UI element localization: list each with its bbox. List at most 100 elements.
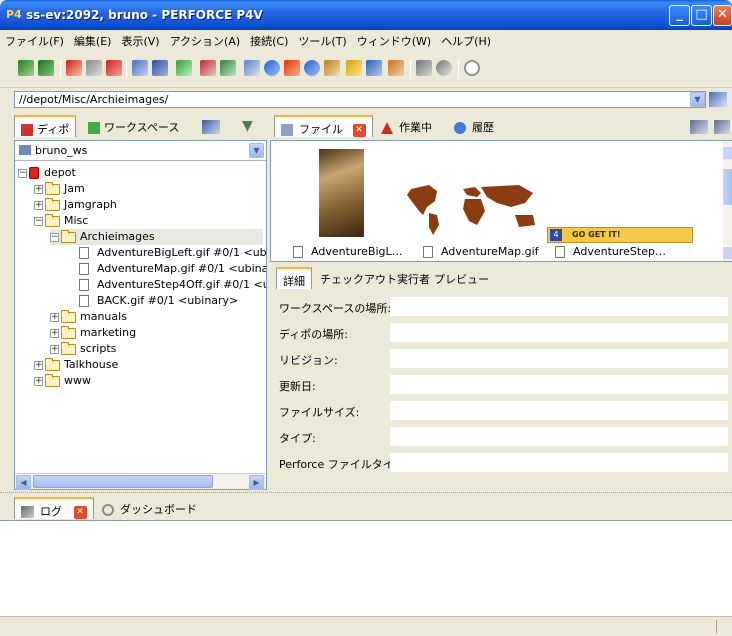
tree-file-item[interactable]: AdventureMap.gif #0/1 <ubinary> [66,261,266,277]
menu-connection[interactable]: 接続(C) [245,30,293,52]
minimize-button[interactable]: _ [669,5,690,26]
tab-details[interactable]: 詳細 [276,267,312,289]
tree-folder-item[interactable]: + Talkhouse [34,357,118,373]
tree-file-item[interactable]: AdventureBigLeft.gif #0/1 <ubina [66,245,266,261]
tab-log[interactable]: ログ ✕ [14,497,94,519]
expand-icon[interactable]: + [34,376,43,386]
tree-folder-item[interactable]: + marketing [50,325,136,341]
tree-file-item[interactable]: BACK.gif #0/1 <ubinary> [66,293,238,309]
tab-preview[interactable]: プレビュー [428,267,495,289]
submit-icon[interactable] [132,60,148,76]
maximize-button[interactable]: □ [691,5,712,26]
tab-depot[interactable]: ディポ [14,115,77,137]
delete-icon[interactable] [106,60,122,76]
thumbnail-adventure-big-left[interactable] [319,149,364,237]
tree-folder-item[interactable]: − Misc [34,213,88,229]
branch-icon[interactable] [324,60,340,76]
tab-workspace-label: ワークスペース [104,121,180,134]
collapse-icon[interactable]: − [34,216,43,226]
tree-folder-item[interactable]: + manuals [50,309,127,325]
detail-label: 更新日: [279,380,316,393]
path-dropdown-icon[interactable]: ▼ [690,92,705,107]
thumb-label-1[interactable]: AdventureBigL… [293,245,403,258]
thumb-label-3[interactable]: AdventureStep… [555,245,666,258]
tree-folder-item[interactable]: − Archieimages [50,229,263,245]
revert-icon[interactable] [152,60,168,76]
depot-path-value: //depot/Misc/Archieimages/ [19,93,169,106]
collapse-icon[interactable]: − [50,232,59,242]
tree-folder-item[interactable]: + scripts [50,341,116,357]
tree-folder-item[interactable]: + Jamgraph [34,197,117,213]
close-button[interactable]: ✕ [713,5,732,26]
tab-checked-out-by[interactable]: チェックアウト実行者 [314,267,436,289]
job-icon[interactable] [346,60,362,76]
warning-icon[interactable] [284,60,300,76]
label-icon[interactable] [304,60,320,76]
workspace-tree-icon[interactable] [220,60,236,76]
log-output-area[interactable] [0,520,732,616]
dashboard-icon[interactable] [436,60,452,76]
pending-icon[interactable] [244,60,260,76]
history-icon[interactable] [264,60,280,76]
thumb-label-2[interactable]: AdventureMap.gif [423,245,539,258]
tab-workspace[interactable]: ワークスペース [82,115,185,137]
depot-tree-icon[interactable] [200,60,216,76]
tab-dashboard[interactable]: ダッシュボード [96,497,203,519]
expand-icon[interactable]: + [34,360,43,370]
bookmark-icon[interactable] [709,92,727,107]
thumbnail-scrollbar[interactable] [723,141,732,261]
refresh-icon[interactable] [18,60,34,76]
menu-view[interactable]: 表示(V) [116,30,164,52]
expand-icon[interactable]: + [50,328,59,338]
log-icon[interactable] [416,60,432,76]
pane-splitter[interactable] [0,492,732,495]
view-options-icon[interactable] [690,120,708,134]
expand-icon[interactable]: + [50,312,59,322]
expand-icon[interactable]: + [50,344,59,354]
scroll-up-icon[interactable] [723,147,732,159]
user-icon[interactable] [366,60,382,76]
tab-pending[interactable]: 作業中 [375,115,438,137]
menu-window[interactable]: ウィンドウ(W) [352,30,436,52]
get-revision-icon[interactable] [38,60,54,76]
tab-files[interactable]: ファイル ✕ [274,115,373,137]
scroll-right-icon[interactable]: ▶ [249,475,264,490]
menu-tools[interactable]: ツール(T) [293,30,351,52]
panel-menu-icon[interactable] [714,120,730,134]
tools-icon[interactable] [388,60,404,76]
menu-help[interactable]: ヘルプ(H) [436,30,496,52]
tree-file-item[interactable]: AdventureStep4Off.gif #0/1 <ubir [66,277,266,293]
tree-folder-item[interactable]: + Jam [34,181,85,197]
filter-options-icon[interactable] [202,120,220,134]
workspace-dropdown-icon[interactable]: ▼ [249,143,264,158]
scroll-down-icon[interactable] [723,247,732,259]
depot-path-input[interactable]: //depot/Misc/Archieimages/ [14,91,706,108]
tree-horizontal-scrollbar[interactable]: ◀ ▶ [15,473,266,490]
menu-file[interactable]: ファイル(F) [0,30,69,52]
workspace-name: bruno_ws [35,144,88,157]
thumbnail-adventure-step[interactable]: 4 GO GET IT! [547,227,693,243]
menu-action[interactable]: アクション(A) [165,30,246,52]
tab-history[interactable]: 履歴 [448,115,500,137]
detail-value [390,401,728,420]
close-tab-icon[interactable]: ✕ [352,123,366,137]
menu-edit[interactable]: 編集(E) [69,30,117,52]
collapse-icon[interactable]: − [18,168,27,178]
toolbar-separator [60,60,61,78]
diff-icon[interactable] [176,60,192,76]
thumbnail-scroll-thumb[interactable] [723,169,732,205]
checkout-icon[interactable] [66,60,82,76]
stop-icon[interactable] [464,60,480,76]
scroll-thumb[interactable] [33,475,213,488]
title-bar[interactable]: P4 ss-ev:2092, bruno - PERFORCE P4V _ □ … [0,0,732,30]
add-icon[interactable] [86,60,102,76]
workspace-selector[interactable]: bruno_ws ▼ [15,141,266,161]
scroll-left-icon[interactable]: ◀ [16,475,31,490]
tree-folder-item[interactable]: + www [34,373,91,389]
filter-icon[interactable]: ▼ [242,118,258,134]
tree-folder-item[interactable]: − depot [18,165,76,181]
close-log-icon[interactable]: ✕ [73,505,87,519]
thumbnail-adventure-map[interactable] [401,181,551,237]
expand-icon[interactable]: + [34,200,43,210]
expand-icon[interactable]: + [34,184,43,194]
